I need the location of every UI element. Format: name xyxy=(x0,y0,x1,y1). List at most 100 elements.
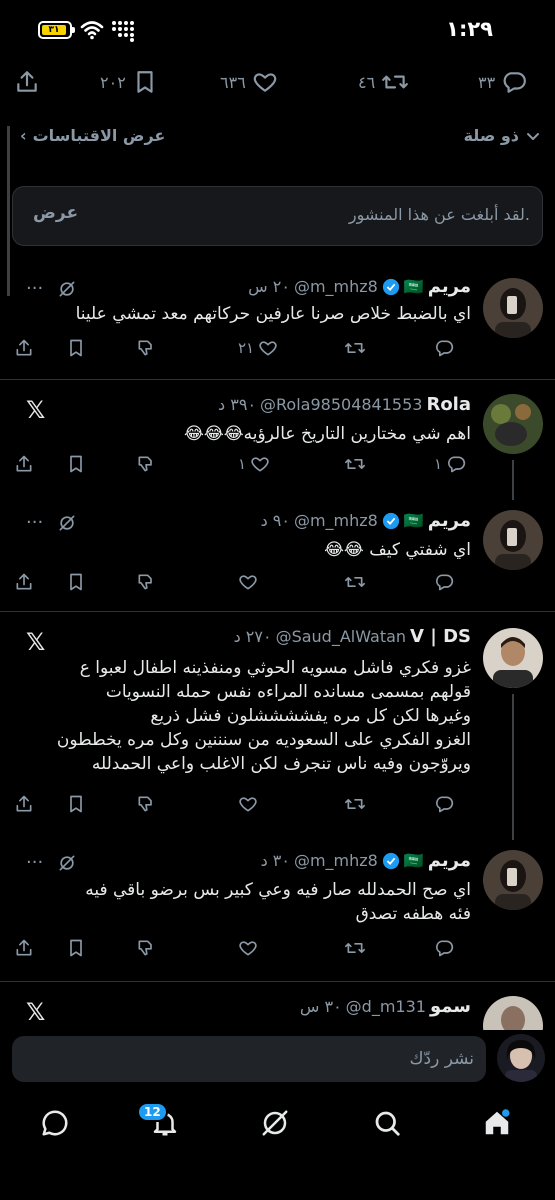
downvote-button[interactable] xyxy=(136,338,156,358)
grok-icon[interactable] xyxy=(57,279,77,299)
grok-icon[interactable] xyxy=(57,513,77,533)
downvote-button[interactable] xyxy=(136,794,156,814)
report-message: لقد أبلغت عن هذا المنشور. xyxy=(348,205,530,224)
avatar[interactable] xyxy=(483,628,543,688)
avatar[interactable] xyxy=(483,850,543,910)
display-name[interactable]: مريم xyxy=(428,276,471,297)
bookmark-icon xyxy=(70,795,82,813)
handle[interactable]: @d_m131 xyxy=(346,997,426,1016)
home-tab[interactable] xyxy=(482,1108,512,1138)
tweet[interactable]: سمو @d_m131 ٣٠ س 𝕏 xyxy=(0,984,555,1030)
share-button[interactable] xyxy=(14,794,34,814)
bookmark-button[interactable]: ٢٠٢ xyxy=(100,68,158,96)
handle[interactable]: @m_mhz8 xyxy=(294,511,378,530)
search-tab[interactable] xyxy=(372,1108,402,1138)
handle[interactable]: @Rola98504841553 xyxy=(260,395,422,414)
verified-badge-icon xyxy=(382,278,399,295)
bookmark-button[interactable] xyxy=(66,454,86,474)
like-button[interactable]: ١ xyxy=(238,454,270,474)
bookmark-button[interactable] xyxy=(66,794,86,814)
share-button[interactable] xyxy=(14,572,34,592)
display-name[interactable]: Rola xyxy=(426,394,471,415)
tweet-header: Rola @Rola98504841553 ٣٩٠ د 𝕏 xyxy=(12,394,471,424)
tweet-text: اي شفتي كيف 😂😂 xyxy=(324,540,471,560)
more-options-icon[interactable]: ··· xyxy=(26,852,43,873)
avatar[interactable] xyxy=(483,278,543,338)
avatar[interactable] xyxy=(483,510,543,570)
repost-button[interactable] xyxy=(344,572,366,592)
display-name[interactable]: V | DS xyxy=(410,626,471,647)
like-button[interactable] xyxy=(238,938,258,958)
grok-tab[interactable] xyxy=(260,1108,290,1138)
tweet-actions: ٢١ xyxy=(14,338,471,366)
timestamp: ٢٧٠ د xyxy=(233,627,272,646)
like-button[interactable] xyxy=(238,794,258,814)
share-button[interactable] xyxy=(14,338,34,358)
reply-composer[interactable] xyxy=(12,1036,486,1082)
reply-button[interactable]: ٣٣ xyxy=(478,68,527,96)
repost-button[interactable] xyxy=(344,454,366,474)
reply-input[interactable] xyxy=(34,1036,474,1082)
more-options-icon[interactable]: ··· xyxy=(26,512,43,533)
user-avatar[interactable] xyxy=(497,1034,545,1082)
flag-emoji: 🇸🇦 xyxy=(403,277,424,296)
handle[interactable]: @m_mhz8 xyxy=(294,277,378,296)
repost-icon xyxy=(345,343,365,353)
heart-icon xyxy=(253,73,277,92)
downvote-button[interactable] xyxy=(136,454,156,474)
tweet[interactable]: مريم 🇸🇦 @m_mhz8 ٩٠ د ··· اي شفتي كيف 😂😂 xyxy=(0,500,555,612)
bookmark-button[interactable] xyxy=(66,572,86,592)
report-view-button[interactable]: عرض xyxy=(33,203,78,223)
reply-button[interactable] xyxy=(434,794,454,814)
timestamp: ٢٠ س xyxy=(248,277,290,296)
messages-tab[interactable] xyxy=(40,1108,70,1138)
reply-button[interactable] xyxy=(434,572,454,592)
tweet[interactable]: V | DS @Saud_AlWatan ٢٧٠ د 𝕏 غزو فكري فا… xyxy=(0,614,555,840)
like-button[interactable]: ٦٣٦ xyxy=(220,68,278,96)
reply-button[interactable] xyxy=(434,338,454,358)
like-button[interactable]: ٢١ xyxy=(238,338,278,358)
relevance-dropdown[interactable]: ذو صلة xyxy=(464,126,541,145)
repost-button[interactable] xyxy=(344,938,366,958)
grok-icon[interactable] xyxy=(57,853,77,873)
handle[interactable]: @m_mhz8 xyxy=(294,851,378,870)
view-quotes-link[interactable]: ‹ عرض الاقتباسات xyxy=(20,126,165,145)
reply-icon xyxy=(436,796,454,813)
repost-count: ٤٦ xyxy=(358,72,376,92)
avatar[interactable] xyxy=(483,996,543,1030)
more-options-icon[interactable]: ··· xyxy=(26,278,43,299)
avatar[interactable] xyxy=(483,394,543,454)
like-count: ٦٣٦ xyxy=(220,72,246,92)
tweet[interactable]: مريم 🇸🇦 @m_mhz8 ٣٠ د ··· اي صح الحمدلله … xyxy=(0,840,555,982)
display-name[interactable]: سمو xyxy=(430,996,471,1017)
downvote-button[interactable] xyxy=(136,572,156,592)
bookmark-button[interactable] xyxy=(66,338,86,358)
share-button[interactable] xyxy=(14,454,34,474)
repost-icon xyxy=(345,799,365,809)
reply-button[interactable] xyxy=(434,938,454,958)
share-button[interactable] xyxy=(14,938,34,958)
bookmark-icon xyxy=(70,339,82,357)
like-count: ٢١ xyxy=(238,339,255,357)
repost-button[interactable] xyxy=(344,794,366,814)
timestamp: ٣٩٠ د xyxy=(218,395,257,414)
reply-button[interactable]: ١ xyxy=(434,454,466,474)
share-icon xyxy=(16,455,32,472)
post-action-bar: ٢٠٢ ٦٣٦ ٤٦ ٣٣ xyxy=(0,60,555,106)
thumbs-down-icon xyxy=(138,340,152,356)
display-name[interactable]: مريم xyxy=(428,510,471,531)
bookmark-button[interactable] xyxy=(66,938,86,958)
repost-button[interactable] xyxy=(344,338,366,358)
display-name[interactable]: مريم xyxy=(428,850,471,871)
downvote-button[interactable] xyxy=(136,938,156,958)
share-button[interactable] xyxy=(14,68,40,96)
repost-button[interactable]: ٤٦ xyxy=(358,68,409,96)
handle[interactable]: @Saud_AlWatan xyxy=(276,627,406,646)
tweet[interactable]: مريم 🇸🇦 @m_mhz8 ٢٠ س ··· اي بالضبط خلاص … xyxy=(0,268,555,380)
like-button[interactable] xyxy=(238,572,258,592)
flag-emoji: 🇸🇦 xyxy=(403,511,424,530)
thumbs-down-icon xyxy=(138,574,152,590)
tweet[interactable]: Rola @Rola98504841553 ٣٩٠ د 𝕏 اهم شي مخت… xyxy=(0,382,555,500)
tweet-header: مريم 🇸🇦 @m_mhz8 ٢٠ س ··· xyxy=(12,276,471,300)
reply-count: ١ xyxy=(434,455,443,473)
